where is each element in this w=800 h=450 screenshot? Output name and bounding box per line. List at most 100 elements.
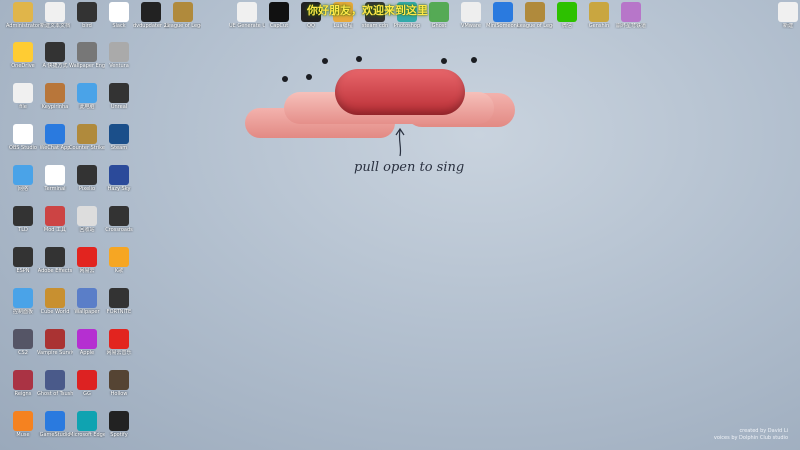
- desktop-icon-label: 崩坏星穹铁道: [615, 23, 646, 29]
- desktop-icon[interactable]: UE Generate Unreal: [229, 2, 265, 40]
- desktop-icon-label: K歌: [114, 268, 124, 274]
- desktop-icon-label: 网易云: [79, 268, 95, 274]
- arrow-up-icon: [395, 127, 405, 157]
- desktop-icon[interactable]: Keypirinha: [37, 83, 73, 121]
- desktop-icon[interactable]: Pixelio: [69, 165, 105, 203]
- desktop-icon[interactable]: GG: [69, 370, 105, 408]
- desktop-icon[interactable]: MiniSomeone: [485, 2, 521, 40]
- app-icon: [109, 411, 129, 431]
- desktop-icon[interactable]: WeChat App: [37, 124, 73, 162]
- desktop-icon[interactable]: Wallpaper Engine: [69, 42, 105, 80]
- desktop-icon[interactable]: 网易云音乐: [101, 329, 137, 367]
- desktop-icon[interactable]: Slack: [101, 2, 137, 40]
- desktop-icon[interactable]: GameStudio: [37, 411, 73, 449]
- desktop-icon[interactable]: Terminal: [37, 165, 73, 203]
- app-icon: [45, 42, 65, 62]
- desktop-icon[interactable]: Adobe Effects: [37, 247, 73, 285]
- desktop-icon[interactable]: Steam: [101, 124, 137, 162]
- desktop-icon[interactable]: 崩坏星穹铁道: [613, 2, 649, 40]
- desktop-icon[interactable]: Vampire Survivors: [37, 329, 73, 367]
- game-icon: [589, 2, 609, 22]
- desktop-icon-label: UE Generate Unreal: [229, 23, 265, 29]
- app-icon: [77, 2, 97, 22]
- desktop-icon-label: League of Legends: [517, 23, 553, 29]
- desktop-icon[interactable]: 此电脑: [69, 83, 105, 121]
- desktop-icon-label: 网易云音乐: [106, 350, 132, 356]
- desktop-icon[interactable]: A 快捷方式: [37, 42, 73, 80]
- desktop-icon[interactable]: Microsoft Edge: [69, 411, 105, 449]
- control-panel-icon: [13, 288, 33, 308]
- desktop-icon[interactable]: Mod 工具: [37, 206, 73, 244]
- desktop-icon-label: Apple: [79, 350, 95, 356]
- desktop-icon[interactable]: Unreal: [101, 83, 137, 121]
- desktop-icon-label: ESPN: [16, 268, 30, 274]
- desktop-icon[interactable]: VMware: [453, 2, 489, 40]
- top-banner-text: 你好朋友，欢迎来到这里: [307, 4, 428, 17]
- app-icon: [109, 83, 129, 103]
- desktop-icon-label: Hazy Sky: [107, 186, 131, 192]
- desktop-icon[interactable]: Hazy Sky: [101, 165, 137, 203]
- desktop-icon[interactable]: Muse: [5, 411, 41, 449]
- sausage[interactable]: [335, 69, 465, 115]
- app-icon: [77, 329, 97, 349]
- desktop-icon-label: Crossroads: [105, 227, 133, 233]
- app-icon: [109, 42, 129, 62]
- app-icon: [77, 247, 97, 267]
- desktop-icon[interactable]: ESPN: [5, 247, 41, 285]
- desktop-icon[interactable]: OBS Studio: [5, 124, 41, 162]
- desktop-icon[interactable]: League of Legends: [517, 2, 553, 40]
- desktop-icon[interactable]: League of Legends: [165, 2, 201, 40]
- app-icon: [269, 2, 289, 22]
- desktop-icon-label: TLD: [18, 227, 28, 233]
- desktop-icon[interactable]: Administrator: [5, 2, 41, 40]
- desktop-icon[interactable]: FORTNITE: [101, 288, 137, 326]
- desktop-icon[interactable]: Wallpaper: [69, 288, 105, 326]
- desktop-icon[interactable]: TLD: [5, 206, 41, 244]
- desktop-icon[interactable]: dvdupdater 2022: [133, 2, 169, 40]
- app-icon: [493, 2, 513, 22]
- desktop-icon[interactable]: Cube World: [37, 288, 73, 326]
- app-icon: [13, 247, 33, 267]
- desktop-icon[interactable]: 控制面板: [5, 288, 41, 326]
- desktop-icon[interactable]: Genshin: [581, 2, 617, 40]
- desktop-icon[interactable]: CapCut: [261, 2, 297, 40]
- file-icon: [45, 2, 65, 22]
- desktop-icon-label: VMware: [461, 23, 481, 29]
- desktop-icon-label: 新建文本文档: [39, 23, 70, 29]
- folder-icon: [13, 2, 33, 22]
- desktop-icon[interactable]: CS2: [5, 329, 41, 367]
- desktop-icon[interactable]: Reigns: [5, 370, 41, 408]
- edge-icon: [77, 411, 97, 431]
- app-icon: [109, 2, 129, 22]
- desktop-icon-label: 新建: [782, 23, 793, 29]
- desktop-icon[interactable]: 新建: [770, 2, 800, 40]
- desktop-icon-label: file: [19, 104, 27, 110]
- desktop-icon[interactable]: file: [5, 83, 41, 121]
- app-icon: [461, 2, 481, 22]
- desktop-icon[interactable]: Hollow: [101, 370, 137, 408]
- desktop-icon[interactable]: Ventura: [101, 42, 137, 80]
- desktop-icon[interactable]: Crossroads: [101, 206, 137, 244]
- desktop-icon[interactable]: bird: [69, 2, 105, 40]
- desktop-icon[interactable]: 微信: [549, 2, 585, 40]
- desktop-icon[interactable]: OneDrive: [5, 42, 41, 80]
- desktop-icon[interactable]: Ghost of Tsushima: [37, 370, 73, 408]
- desktop-icon[interactable]: 新建文本文档: [37, 2, 73, 40]
- desktop-icon[interactable]: K歌: [101, 247, 137, 285]
- desktop-icon-label: Keypirinha: [41, 104, 69, 110]
- desktop-icon-label: steam cdn: [361, 23, 389, 29]
- app-icon: [429, 2, 449, 22]
- desktop-icon[interactable]: 网络: [5, 165, 41, 203]
- desktop-icon[interactable]: 回收站: [69, 206, 105, 244]
- game-icon: [13, 370, 33, 390]
- desktop-icon-label: Counter Strike: [69, 145, 105, 151]
- desktop-icon[interactable]: Apple: [69, 329, 105, 367]
- desktop-icon-label: Pixelio: [78, 186, 95, 192]
- note-dot: [471, 57, 477, 63]
- desktop-icon[interactable]: Counter Strike: [69, 124, 105, 162]
- desktop-icon[interactable]: 网易云: [69, 247, 105, 285]
- file-icon: [778, 2, 798, 22]
- desktop-icon[interactable]: Spotify: [101, 411, 137, 449]
- desktop-icon-label: Steam: [110, 145, 128, 151]
- desktop-icon-label: League of Legends: [165, 23, 201, 29]
